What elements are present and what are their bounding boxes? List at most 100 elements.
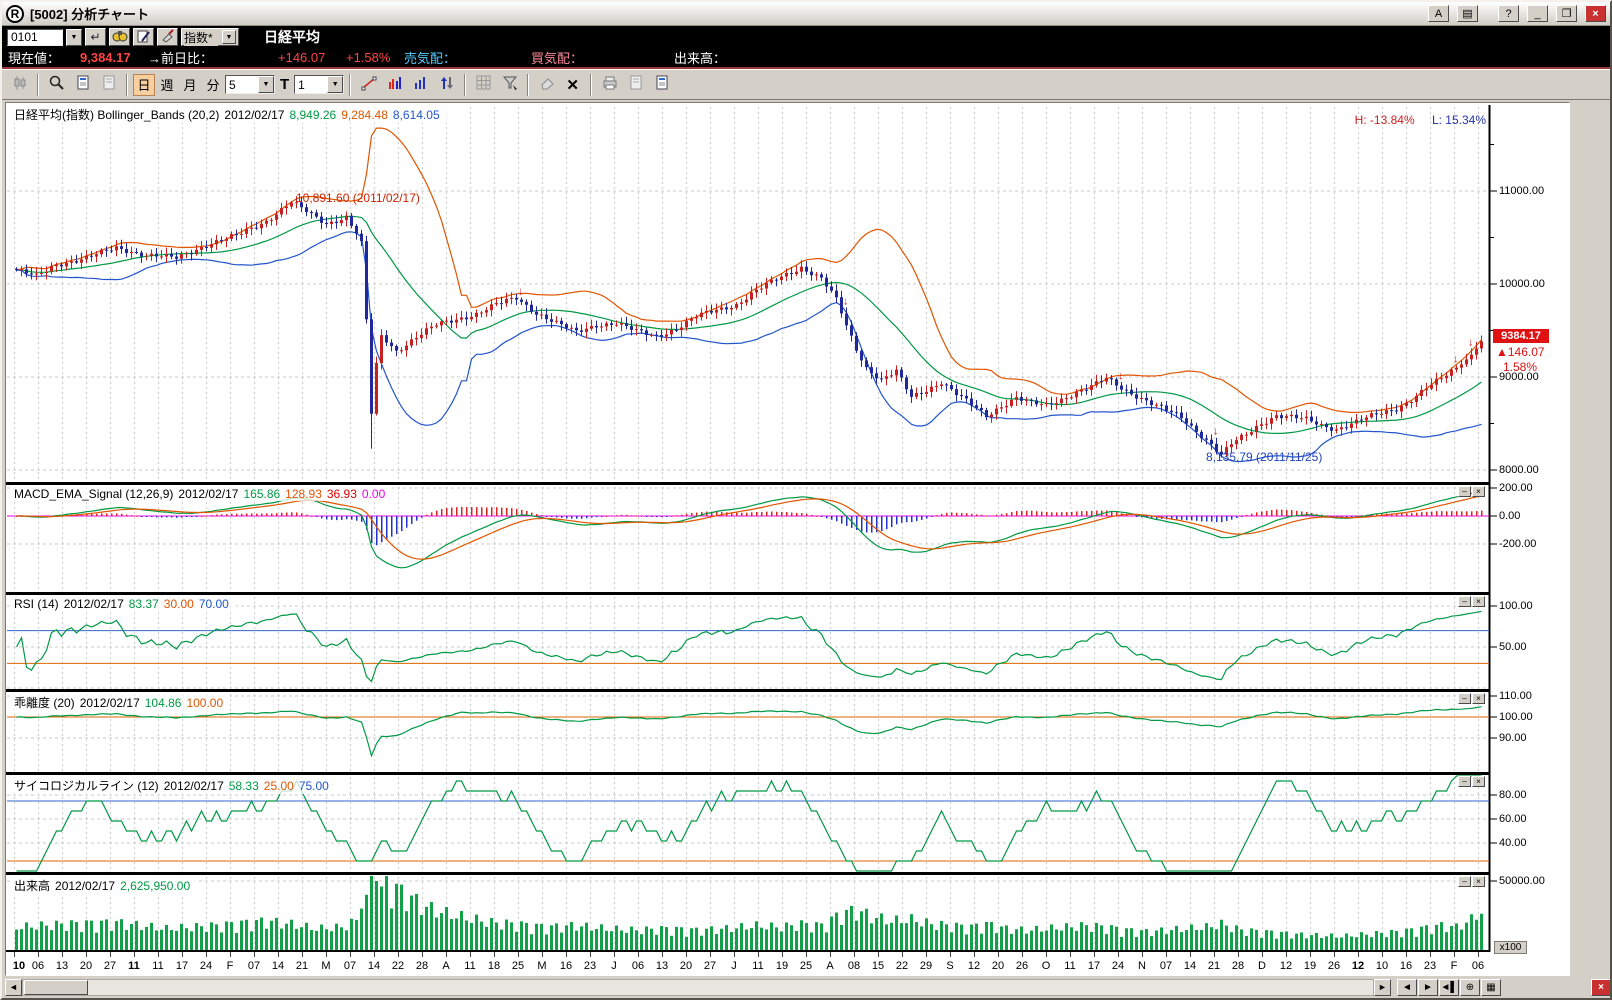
eraser-button[interactable] xyxy=(534,72,559,97)
ytick-rsi-50: 50.00 xyxy=(1499,640,1527,654)
ytick-kairi-90: 90.00 xyxy=(1499,731,1527,745)
count-select[interactable]: 1 ▼ xyxy=(294,75,344,94)
panel-minimize-button[interactable]: – xyxy=(1458,486,1471,497)
panel-close-button[interactable]: × xyxy=(1472,776,1485,787)
symbol-dropdown-arrow[interactable]: ▼ xyxy=(66,29,82,46)
font-size-button[interactable]: A xyxy=(1428,5,1449,22)
kairi-base-level: 100.00 xyxy=(186,696,223,710)
bid-label: 買気配： xyxy=(531,48,583,67)
psych-lower-level: 25.00 xyxy=(264,779,294,793)
chart-plot-svg[interactable]: ↓↓↓↓↓↓ xyxy=(6,103,1571,977)
jump-start-button[interactable]: ◄▌ xyxy=(1439,979,1459,996)
period-month-button[interactable]: 月 xyxy=(179,74,201,96)
sort-arrows-button[interactable] xyxy=(434,72,459,97)
scroll-right-button[interactable]: ► xyxy=(1374,979,1391,996)
help-button[interactable]: ? xyxy=(1498,5,1519,22)
rsi-upper-level: 70.00 xyxy=(199,597,229,611)
xaxis-label-58: 16 xyxy=(1393,960,1419,972)
category-select[interactable]: 指数* ▼ xyxy=(181,28,239,46)
page-left-button[interactable]: ◄ xyxy=(1397,979,1417,996)
pages-button[interactable]: ▤ xyxy=(1457,5,1478,22)
xaxis-label-53: 12 xyxy=(1273,960,1299,972)
xaxis-label-19: 11 xyxy=(457,960,483,972)
memo-button[interactable] xyxy=(133,28,154,46)
compare-chart-button[interactable] xyxy=(382,72,407,97)
interval-select[interactable]: 5 ▼ xyxy=(225,75,275,94)
xaxis-label-26: 06 xyxy=(625,960,651,972)
minimize-button[interactable]: _ xyxy=(1527,5,1548,22)
search-button[interactable] xyxy=(109,28,130,46)
xaxis-label-47: N xyxy=(1129,960,1155,972)
count-value: 1 xyxy=(295,78,327,92)
instrument-name: 日経平均 xyxy=(264,27,320,47)
new-page-button[interactable] xyxy=(70,72,95,97)
trendline-button[interactable] xyxy=(356,72,381,97)
xaxis-label-3: 20 xyxy=(73,960,99,972)
panel-close-button[interactable]: × xyxy=(1472,596,1485,607)
page-right-button[interactable]: ► xyxy=(1418,979,1438,996)
scroll-left-button[interactable]: ◄ xyxy=(5,979,22,996)
macd-hist-value: 36.93 xyxy=(327,487,357,501)
enter-button[interactable]: ↵ xyxy=(85,28,106,46)
prev-diff-value: +146.07 xyxy=(278,50,340,65)
maximize-button[interactable]: ❐ xyxy=(1556,5,1577,22)
panel-minimize-button[interactable]: – xyxy=(1458,876,1471,887)
xaxis-label-5: 11 xyxy=(121,960,147,972)
count-dropdown-arrow[interactable]: ▼ xyxy=(327,76,343,93)
panel-minimize-button[interactable]: – xyxy=(1458,596,1471,607)
panel-close-button[interactable]: × xyxy=(1472,693,1485,704)
symbol-code-input[interactable] xyxy=(7,29,63,46)
panel-minimize-button[interactable]: – xyxy=(1458,693,1471,704)
ytick-main-10000: 10000.00 xyxy=(1499,277,1545,291)
svg-text:↓: ↓ xyxy=(1453,353,1459,365)
xaxis-label-20: 18 xyxy=(481,960,507,972)
bollinger-lower-value: 8,614.05 xyxy=(393,108,440,122)
xaxis-label-38: 29 xyxy=(913,960,939,972)
xaxis-label-10: 07 xyxy=(241,960,267,972)
ytick-macd--200: -200.00 xyxy=(1499,537,1536,551)
panel-close-button[interactable]: × xyxy=(1472,876,1485,887)
volume-label: 出来高： xyxy=(674,48,726,67)
bar-chart-button[interactable] xyxy=(408,72,433,97)
chart-style-button[interactable] xyxy=(7,72,32,97)
chart-area[interactable]: ↓↓↓↓↓↓ 日経平均(指数) Bollinger_Bands (20,2)20… xyxy=(5,102,1570,976)
clear-button[interactable] xyxy=(157,28,178,46)
period-minute-button[interactable]: 分 xyxy=(202,74,224,96)
prev-diff-label: →前日比： xyxy=(148,48,242,67)
period-week-button[interactable]: 週 xyxy=(156,74,178,96)
print-button[interactable] xyxy=(597,72,622,97)
panel-minimize-button[interactable]: – xyxy=(1458,776,1471,787)
xaxis-label-43: O xyxy=(1033,960,1059,972)
layout-button[interactable] xyxy=(623,72,648,97)
zoom-in-button[interactable]: ⊕ xyxy=(1460,979,1480,996)
scrollbar-track[interactable] xyxy=(22,979,1374,996)
xaxis-label-17: 28 xyxy=(409,960,435,972)
grid-button[interactable] xyxy=(471,72,496,97)
updown-arrows-icon xyxy=(440,75,454,94)
main-panel-header: 日経平均(指数) Bollinger_Bands (20,2)2012/02/1… xyxy=(12,106,447,123)
titlebar: R [5002] 分析チャート A ▤ ? _ ❐ × xyxy=(2,2,1610,26)
panel-close-button[interactable]: × xyxy=(1472,486,1485,497)
category-dropdown-arrow: ▼ xyxy=(222,30,236,44)
period-day-button[interactable]: 日 xyxy=(133,74,155,96)
volume-value: 2,625,950.00 xyxy=(120,879,190,893)
chart-close-button[interactable]: × xyxy=(1591,979,1611,996)
interval-dropdown-arrow[interactable]: ▼ xyxy=(258,76,274,93)
svg-text:↓: ↓ xyxy=(1118,370,1124,382)
kairi-value: 104.86 xyxy=(145,696,182,710)
layout2-button[interactable] xyxy=(649,72,674,97)
scrollbar-thumb[interactable] xyxy=(24,980,88,995)
current-price-value: 9,384.17 xyxy=(80,50,142,65)
xaxis-label-2: 13 xyxy=(49,960,75,972)
kairi-title: 乖離度 (20) xyxy=(14,696,75,710)
delete-all-button[interactable]: ✕ xyxy=(560,72,585,97)
close-button[interactable]: × xyxy=(1585,5,1606,22)
xaxis-label-59: 23 xyxy=(1417,960,1443,972)
pattern-button[interactable] xyxy=(497,72,522,97)
category-value: 指数* xyxy=(184,29,218,46)
xaxis-label-8: 24 xyxy=(193,960,219,972)
zoom-button[interactable] xyxy=(44,72,69,97)
grid-toggle-button[interactable]: ▦ xyxy=(1481,979,1501,996)
psych-upper-level: 75.00 xyxy=(299,779,329,793)
copy-page-button[interactable] xyxy=(96,72,121,97)
